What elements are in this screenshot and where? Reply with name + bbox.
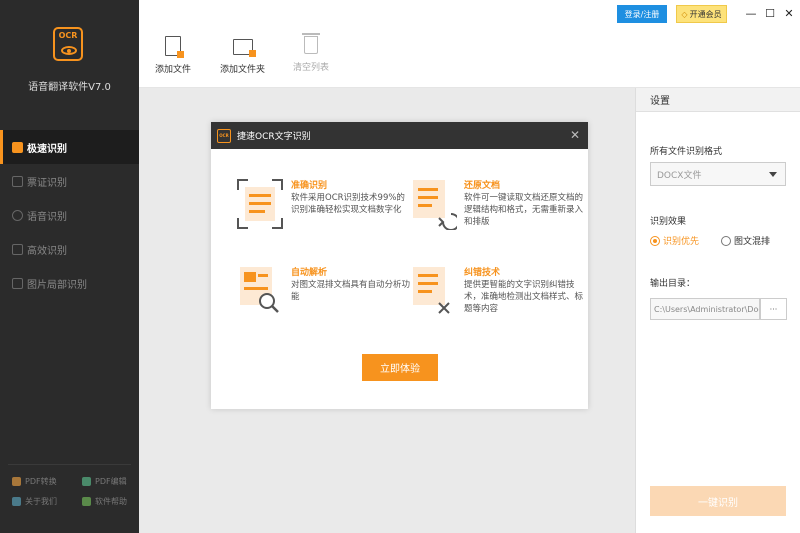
browse-button[interactable]: ··· [760, 298, 787, 320]
lightning-doc-icon [12, 141, 23, 153]
accurate-scan-icon [237, 179, 283, 229]
feature-desc: 对图文混排文档具有自动分析功能 [291, 280, 411, 302]
maximize-button[interactable]: ☐ [763, 6, 777, 20]
add-folder-icon [232, 39, 256, 57]
settings-header: 设置 [636, 88, 800, 112]
error-correct-icon [413, 267, 450, 314]
auto-parse-icon [240, 267, 279, 313]
output-path-field[interactable]: C:\Users\Administrator\Docu [650, 298, 760, 320]
pdf-convert-link[interactable]: PDF转换 [12, 476, 82, 487]
radio-dot [721, 235, 732, 246]
feature-title: 纠错技术 [464, 268, 501, 278]
feature-title: 还原文档 [464, 181, 501, 191]
dialog-title: 捷速OCR文字识别 [237, 132, 311, 142]
close-icon[interactable]: ✕ [570, 128, 580, 142]
footer-link-label: 关于我们 [25, 497, 57, 506]
radio-label: 识别优先 [663, 237, 700, 247]
output-label: 输出目录： [650, 279, 696, 289]
start-ocr-button[interactable]: 一键识别 [650, 486, 786, 516]
radio-label: 图文混排 [734, 237, 771, 247]
login-button[interactable]: 登录/注册 [617, 5, 667, 23]
microphone-icon [12, 209, 23, 221]
logo-text: OCR [58, 31, 78, 40]
sidebar-item-image-region-ocr[interactable]: 图片局部识别 [0, 266, 139, 300]
feature-accurate: 准确识别 软件采用OCR识别技术99%的识别准确轻松实现文档数字化 [236, 178, 406, 238]
feature-error-correct: 纠错技术 提供更智能的文字识别纠错技术，准确地检测出文档样式、标题等内容 [409, 265, 583, 325]
about-icon [12, 497, 21, 506]
radio-mixed-layout[interactable]: 图文混排 [721, 234, 770, 247]
footer-link-label: 软件帮助 [95, 497, 127, 506]
sidebar-item-label: 高效识别 [27, 245, 67, 257]
sidebar-item-label: 语音识别 [27, 211, 67, 223]
radio-recognition-first[interactable]: 识别优先 [650, 234, 699, 247]
sidebar: OCR 语音翻译软件V7.0 极速识别 票证识别 语音识别 高效识别 图片局部识… [0, 0, 139, 533]
title-bar: 登录/注册 ◇ 开通会员 — ☐ ✕ [139, 0, 800, 28]
format-value: DOCX文件 [657, 170, 702, 181]
vip-label: 开通会员 [689, 9, 722, 19]
footer-link-label: PDF编辑 [95, 477, 127, 486]
try-now-button[interactable]: 立即体验 [362, 354, 438, 381]
sidebar-item-label: 票证识别 [27, 177, 67, 189]
chevron-down-icon [769, 172, 777, 177]
effect-label: 识别效果 [650, 217, 687, 227]
clear-list-button[interactable]: 清空列表 [293, 33, 330, 73]
close-button[interactable]: ✕ [782, 6, 796, 20]
intro-dialog: OCR 捷速OCR文字识别 ✕ 准确识别 软件采用OCR识别技术99%的识别准确… [211, 122, 588, 409]
radio-dot [650, 235, 660, 246]
sidebar-item-ticket-ocr[interactable]: 票证识别 [0, 164, 139, 198]
app-title: 语音翻译软件V7.0 [28, 82, 111, 93]
scan-icon [12, 243, 23, 255]
pdf-convert-icon [12, 477, 21, 486]
dialog-header: OCR 捷速OCR文字识别 ✕ [211, 122, 588, 149]
trash-icon [302, 33, 320, 54]
toolbar: 添加文件 添加文件夹 清空列表 [139, 28, 800, 88]
settings-panel: 设置 所有文件识别格式 DOCX文件 识别效果 识别优先 图文混排 输出目录： … [635, 88, 800, 533]
vip-button[interactable]: ◇ 开通会员 [676, 5, 727, 23]
sidebar-item-fast-ocr[interactable]: 极速识别 [0, 130, 139, 164]
clear-list-label: 清空列表 [293, 63, 330, 73]
app-logo: OCR [53, 27, 83, 61]
sidebar-item-voice-ocr[interactable]: 语音识别 [0, 198, 139, 232]
footer-link-label: PDF转换 [25, 477, 57, 486]
ticket-icon [12, 175, 23, 187]
format-label: 所有文件识别格式 [650, 147, 723, 157]
feature-desc: 提供更智能的文字识别纠错技术，准确地检测出文档样式、标题等内容 [464, 280, 584, 314]
feature-auto-parse: 自动解析 对图文混排文档具有自动分析功能 [236, 265, 410, 325]
feature-title: 准确识别 [291, 181, 328, 191]
feature-desc: 软件采用OCR识别技术99%的识别准确轻松实现文档数字化 [291, 193, 405, 215]
feature-restore: 还原文档 软件可一键读取文档还原文档的逻辑结构和格式，无需重新录入和排版 [409, 178, 583, 238]
restore-doc-icon [413, 180, 457, 230]
diamond-icon: ◇ [681, 9, 688, 19]
feature-title: 自动解析 [291, 268, 328, 278]
pdf-edit-icon [82, 477, 91, 486]
format-select[interactable]: DOCX文件 [650, 162, 786, 186]
help-icon [82, 497, 91, 506]
add-file-label: 添加文件 [155, 65, 192, 75]
eye-icon [61, 46, 77, 55]
ocr-logo-icon: OCR [217, 128, 231, 143]
sidebar-nav: 极速识别 票证识别 语音识别 高效识别 图片局部识别 [0, 130, 139, 300]
add-file-icon [165, 36, 184, 58]
sidebar-item-label: 极速识别 [27, 143, 67, 155]
sidebar-footer: PDF转换 PDF编辑 关于我们 软件帮助 [0, 476, 139, 507]
minimize-button[interactable]: — [744, 6, 758, 20]
add-folder-label: 添加文件夹 [220, 65, 266, 75]
about-link[interactable]: 关于我们 [12, 496, 82, 507]
add-folder-button[interactable]: 添加文件夹 [220, 36, 265, 75]
effect-options: 识别优先 图文混排 [650, 234, 800, 247]
add-file-button[interactable]: 添加文件 [155, 36, 191, 75]
image-crop-icon [12, 277, 23, 289]
sidebar-item-label: 图片局部识别 [27, 279, 87, 291]
sidebar-divider [8, 464, 131, 465]
feature-desc: 软件可一键读取文档还原文档的逻辑结构和格式，无需重新录入和排版 [464, 193, 584, 227]
sidebar-item-efficient-ocr[interactable]: 高效识别 [0, 232, 139, 266]
